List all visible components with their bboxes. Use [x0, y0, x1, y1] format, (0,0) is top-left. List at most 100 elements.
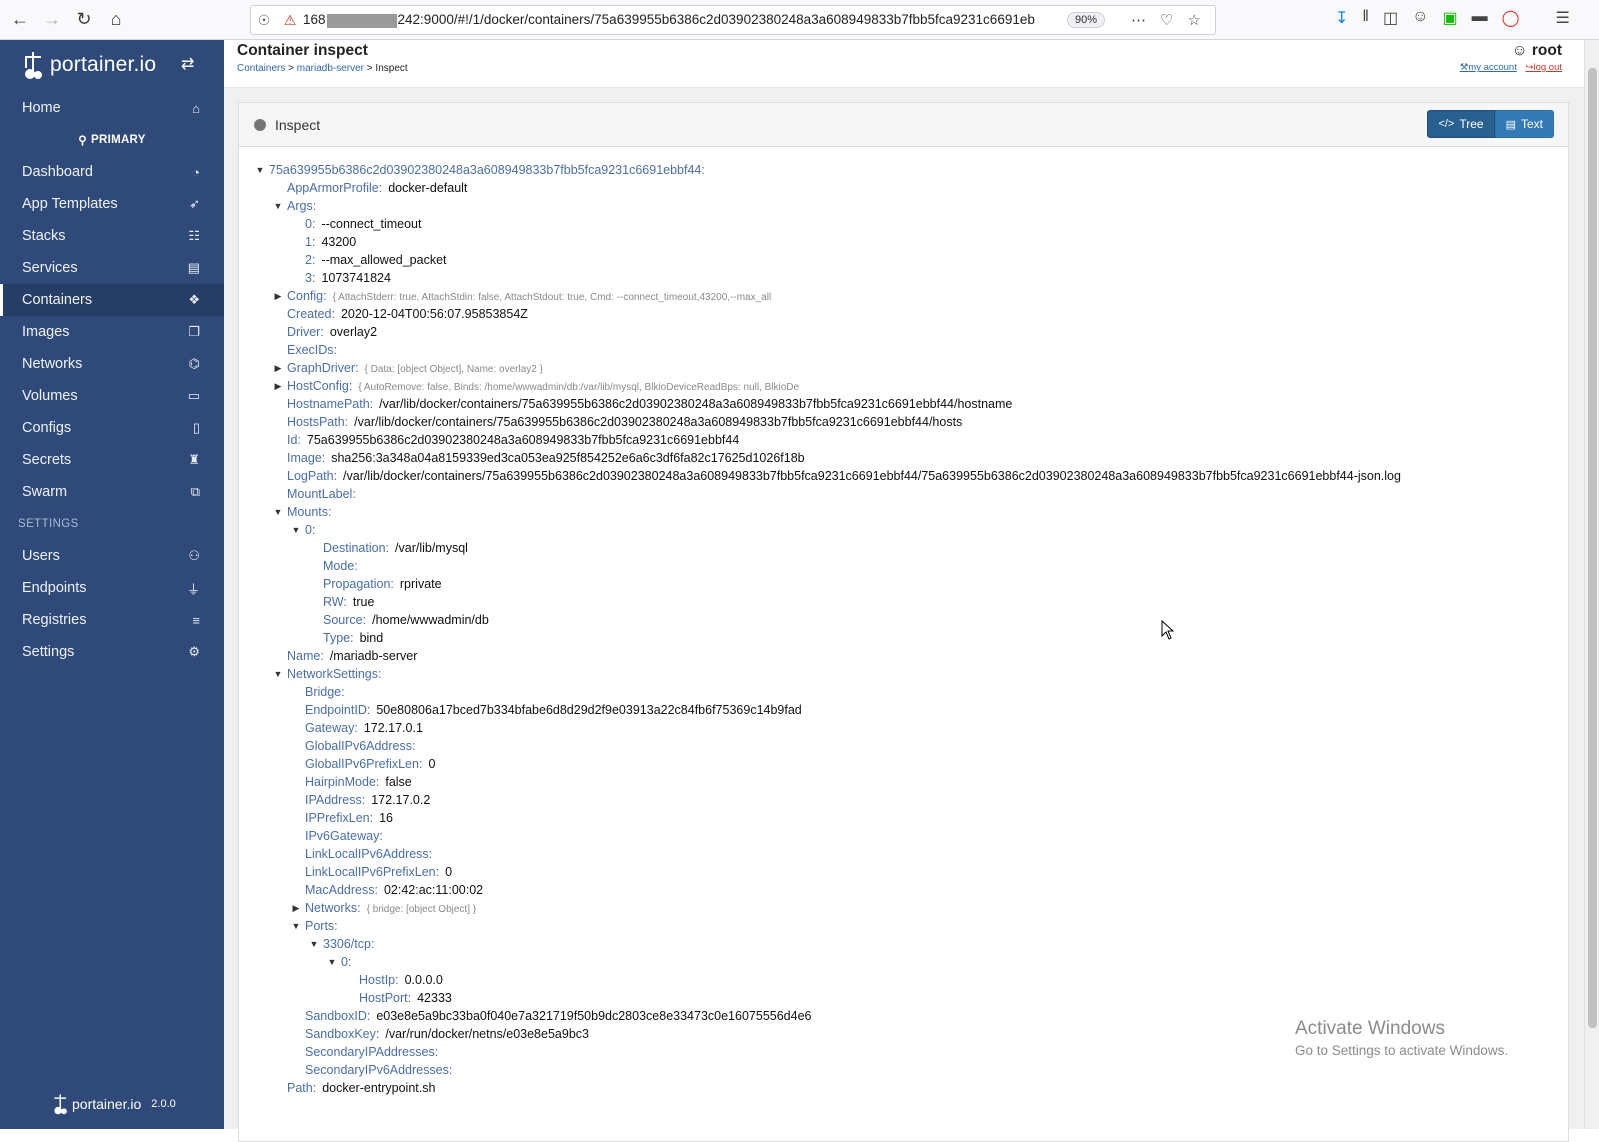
sidebar-item-label: Users: [22, 548, 60, 564]
sidebar-item-images[interactable]: Images ❐: [0, 316, 224, 348]
zoom-indicator[interactable]: 90%: [1067, 12, 1106, 28]
downloads-icon[interactable]: ↧: [1335, 8, 1348, 28]
tree-node: ExecIDs:: [239, 341, 1568, 359]
tree-key: SecondaryIPv6Addresses:: [305, 1063, 453, 1077]
page-actions-icon[interactable]: ⋯: [1131, 11, 1146, 29]
save-icon[interactable]: ▣: [1442, 8, 1457, 28]
tree-value: 43200: [321, 235, 357, 249]
breadcrumb-containers[interactable]: Containers: [237, 63, 285, 74]
sidebar-item-swarm[interactable]: Swarm ⧉: [0, 476, 224, 508]
sidebar-item-networks[interactable]: Networks ⌬: [0, 348, 224, 380]
tree-key: GlobalIPv6Address:: [305, 739, 416, 753]
tree-node: GlobalIPv6PrefixLen: 0: [239, 755, 1568, 773]
caret-right-icon[interactable]: ▶: [290, 899, 302, 917]
tree-node: HostIp: 0.0.0.0: [239, 971, 1568, 989]
dashboard-icon: ◔: [192, 164, 200, 180]
tree-value: 172.17.0.1: [363, 721, 423, 735]
sidebar-item-settings[interactable]: Settings ⚙: [0, 636, 224, 668]
toggle-sidebar-icon[interactable]: ⇄: [181, 54, 195, 74]
log-out-link[interactable]: ↪log out: [1526, 62, 1563, 73]
sidebar-item-services[interactable]: Services ▤: [0, 252, 224, 284]
clone-icon: ❐: [188, 324, 200, 339]
back-icon[interactable]: ←: [4, 4, 36, 36]
tree-node[interactable]: ▼ 75a639955b6386c2d03902380248a3a60894983…: [239, 161, 1568, 179]
tree-value: 172.17.0.2: [371, 793, 431, 807]
sidebar-toggle-icon[interactable]: ◫: [1383, 8, 1398, 28]
tree-node[interactable]: ▶ Networks: { bridge: [object Object] }: [239, 899, 1568, 917]
caret-down-icon[interactable]: ▼: [272, 665, 284, 683]
shield-icon[interactable]: ☉: [251, 12, 277, 29]
portainer-logo[interactable]: portainer.io ⇄: [0, 40, 224, 90]
tree-view-button[interactable]: </> Tree: [1427, 110, 1495, 138]
sidebar-item-app-templates[interactable]: App Templates ➶: [0, 188, 224, 220]
tree-node[interactable]: ▼ 3306/tcp:: [239, 935, 1568, 953]
pocket-icon[interactable]: ♡: [1160, 11, 1173, 29]
caret-down-icon[interactable]: ▼: [290, 917, 302, 935]
tree-node: EndpointID: 50e80806a17bced7b334bfabe6d8d…: [239, 701, 1568, 719]
tree-node: LinkLocalIPv6PrefixLen: 0: [239, 863, 1568, 881]
tree-node[interactable]: ▼ 0:: [239, 521, 1568, 539]
caret-down-icon[interactable]: ▼: [326, 953, 338, 971]
caret-down-icon[interactable]: ▼: [290, 521, 302, 539]
caret-down-icon[interactable]: ▼: [254, 161, 266, 179]
caret-right-icon[interactable]: ▶: [272, 287, 284, 305]
wrench-icon: ⚒: [1459, 62, 1469, 73]
tree-node[interactable]: ▶ GraphDriver: { Data: [object Object], Na…: [239, 359, 1568, 377]
caret-down-icon[interactable]: ▼: [272, 197, 284, 215]
tree-node[interactable]: ▼ Args:: [239, 197, 1568, 215]
url-text[interactable]: 168 242:9000/#!/1/docker/containers/75a63…: [303, 12, 1061, 28]
text-view-button[interactable]: ▤ Text: [1494, 110, 1554, 138]
sidebar-item-stacks[interactable]: Stacks ☷: [0, 220, 224, 252]
sidebar-item-label: Configs: [22, 420, 72, 436]
breadcrumb-container-name[interactable]: mariadb-server: [297, 63, 364, 74]
tree-node[interactable]: ▼ 0:: [239, 953, 1568, 971]
sidebar-item-secrets[interactable]: Secrets ♜: [0, 444, 224, 476]
tree-node: RW: true: [239, 593, 1568, 611]
scrollbar[interactable]: [1584, 40, 1599, 1129]
brand-name: portainer.io: [50, 53, 157, 76]
tree-node[interactable]: ▼ NetworkSettings:: [239, 665, 1568, 683]
tree-node[interactable]: ▼ Ports:: [239, 917, 1568, 935]
circle-icon: [254, 118, 266, 131]
caret-down-icon[interactable]: ▼: [308, 935, 320, 953]
tree-key: AppArmorProfile:: [287, 181, 383, 195]
username: root: [1531, 42, 1562, 59]
tree-node[interactable]: ▶ HostConfig: { AutoRemove: false, Binds: …: [239, 377, 1568, 395]
tree-value: --max_allowed_packet: [321, 253, 447, 267]
sidebar-item-volumes[interactable]: Volumes ▭: [0, 380, 224, 412]
library-icon[interactable]: ‖: [1362, 8, 1369, 28]
tree-node[interactable]: ▶ Config: { AttachStderr: true, AttachStdi…: [239, 287, 1568, 305]
url-bar[interactable]: ☉ ⚠ 168 242:9000/#!/1/docker/containers/7…: [250, 5, 1216, 35]
sidebar-item-dashboard[interactable]: Dashboard ◔: [0, 156, 224, 188]
reload-icon[interactable]: ↻: [68, 4, 100, 36]
user-secret-icon: ♜: [188, 452, 200, 467]
my-account-link[interactable]: ⚒my account: [1460, 62, 1517, 73]
scrollbar-thumb[interactable]: [1588, 68, 1597, 1028]
tree-key: 3:: [305, 271, 316, 285]
menu-icon[interactable]: ☰: [1556, 8, 1570, 28]
caret-right-icon[interactable]: ▶: [272, 359, 284, 377]
object-group-icon: ⧉: [190, 484, 200, 499]
tree-value: overlay2: [329, 325, 378, 339]
forward-icon[interactable]: →: [36, 4, 68, 36]
opera-icon[interactable]: ◯: [1502, 8, 1520, 28]
sidebar-item-registries[interactable]: Registries ≡: [0, 604, 224, 636]
insecure-lock-icon[interactable]: ⚠: [277, 12, 303, 29]
caret-right-icon[interactable]: ▶: [272, 377, 284, 395]
tree-preview: { AttachStderr: true, AttachStdin: false…: [332, 292, 772, 303]
tree-node[interactable]: ▼ Mounts:: [239, 503, 1568, 521]
caret-down-icon[interactable]: ▼: [272, 503, 284, 521]
sidebar-item-users[interactable]: Users ⚇: [0, 540, 224, 572]
tree-node: IPAddress: 172.17.0.2: [239, 791, 1568, 809]
sidebar-item-home[interactable]: Home ⌂: [0, 92, 224, 124]
tree-value: 0: [428, 757, 436, 771]
home-icon[interactable]: ⌂: [100, 4, 132, 36]
bookmark-star-icon[interactable]: ☆: [1187, 11, 1200, 29]
sidebar-item-configs[interactable]: Configs ▯: [0, 412, 224, 444]
sidebar-item-endpoints[interactable]: Endpoints ⏚: [0, 572, 224, 604]
sidebar-item-containers[interactable]: Containers ❖: [0, 284, 224, 316]
folder-icon[interactable]: ▬: [1472, 8, 1488, 28]
tree-value: /var/lib/docker/containers/75a639955b638…: [354, 415, 963, 429]
account-icon[interactable]: ☺: [1412, 8, 1428, 28]
page-header: Container inspect Containers > mariadb-s…: [224, 40, 1584, 88]
